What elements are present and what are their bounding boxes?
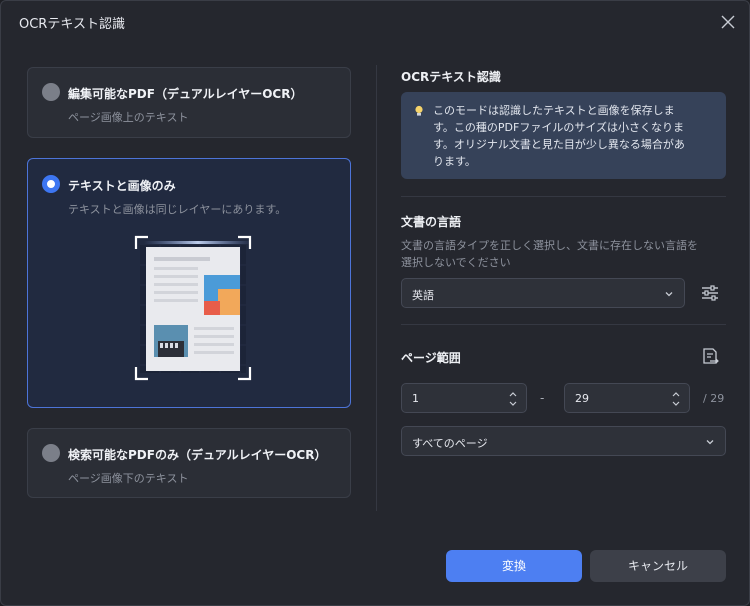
option-searchable-pdf[interactable]: 検索可能なPDFのみ（デュアルレイヤーOCR） ページ画像下のテキスト bbox=[27, 428, 351, 498]
range-separator: - bbox=[540, 391, 545, 405]
option-title: 検索可能なPDFのみ（デュアルレイヤーOCR） bbox=[68, 448, 327, 462]
option-text-and-image[interactable]: テキストと画像のみ テキストと画像は同じレイヤーにあります。 bbox=[27, 158, 351, 408]
option-editable-pdf[interactable]: 編集可能なPDF（デュアルレイヤーOCR） ページ画像上のテキスト bbox=[27, 67, 351, 138]
radio-searchable-pdf[interactable] bbox=[42, 444, 60, 462]
info-line: ります。 bbox=[433, 155, 476, 168]
option-subtitle: ページ画像上のテキスト bbox=[68, 111, 189, 124]
info-box: このモードは認識したテキストと画像を保存しま す。この種のPDFファイルのサイズ… bbox=[401, 92, 726, 179]
desc-line: 選択しないでください bbox=[401, 256, 511, 269]
language-description: 文書の言語タイプを正しく選択し、文書に存在しない言語を 選択しないでください bbox=[401, 237, 726, 271]
stepper-arrows-icon[interactable] bbox=[508, 388, 518, 410]
option-subtitle: ページ画像下のテキスト bbox=[68, 472, 189, 485]
chevron-down-icon bbox=[665, 292, 673, 297]
page-range-title: ページ範囲 bbox=[401, 351, 461, 365]
radio-text-and-image[interactable] bbox=[42, 175, 60, 193]
page-range-icon[interactable] bbox=[699, 346, 721, 368]
title-bar: OCRテキスト認識 bbox=[1, 1, 749, 43]
convert-button[interactable]: 変換 bbox=[446, 550, 582, 582]
option-subtitle: テキストと画像は同じレイヤーにあります。 bbox=[68, 203, 287, 216]
dialog-title: OCRテキスト認識 bbox=[19, 17, 125, 32]
info-line: す。この種のPDFファイルのサイズは小さくなりま bbox=[433, 121, 684, 134]
ocr-dialog: OCRテキスト認識 編集可能なPDF（デュアルレイヤーOCR） ページ画像上のテ… bbox=[0, 0, 750, 606]
desc-line: 文書の言語タイプを正しく選択し、文書に存在しない言語を bbox=[401, 239, 698, 252]
vertical-divider bbox=[376, 65, 377, 511]
lightbulb-icon bbox=[415, 105, 423, 116]
language-section-title: 文書の言語 bbox=[401, 215, 462, 229]
chevron-down-icon bbox=[706, 440, 714, 445]
language-select[interactable]: 英語 bbox=[401, 278, 685, 308]
close-icon[interactable] bbox=[717, 11, 739, 33]
page-to-value: 29 bbox=[575, 392, 589, 405]
ocr-section-title: OCRテキスト認識 bbox=[401, 70, 501, 84]
page-from-stepper[interactable]: 1 bbox=[401, 383, 527, 413]
page-from-value: 1 bbox=[412, 392, 419, 405]
divider bbox=[401, 196, 726, 197]
option-title: 編集可能なPDF（デュアルレイヤーOCR） bbox=[68, 87, 303, 101]
settings-sliders-icon[interactable] bbox=[699, 282, 721, 304]
option-title: テキストと画像のみ bbox=[68, 179, 176, 193]
info-line: このモードは認識したテキストと画像を保存しま bbox=[433, 104, 675, 117]
document-scan-illustration bbox=[134, 235, 252, 381]
page-total: / 29 bbox=[703, 392, 725, 405]
language-select-value: 英語 bbox=[412, 289, 434, 302]
radio-editable-pdf[interactable] bbox=[42, 83, 60, 101]
page-range-select[interactable]: すべてのページ bbox=[401, 426, 726, 456]
info-line: す。オリジナル文書と見た目が少し異なる場合があ bbox=[433, 138, 685, 151]
divider bbox=[401, 324, 726, 325]
page-range-select-value: すべてのページ bbox=[412, 437, 488, 450]
cancel-button[interactable]: キャンセル bbox=[590, 550, 726, 582]
stepper-arrows-icon[interactable] bbox=[671, 388, 681, 410]
page-to-stepper[interactable]: 29 bbox=[564, 383, 690, 413]
